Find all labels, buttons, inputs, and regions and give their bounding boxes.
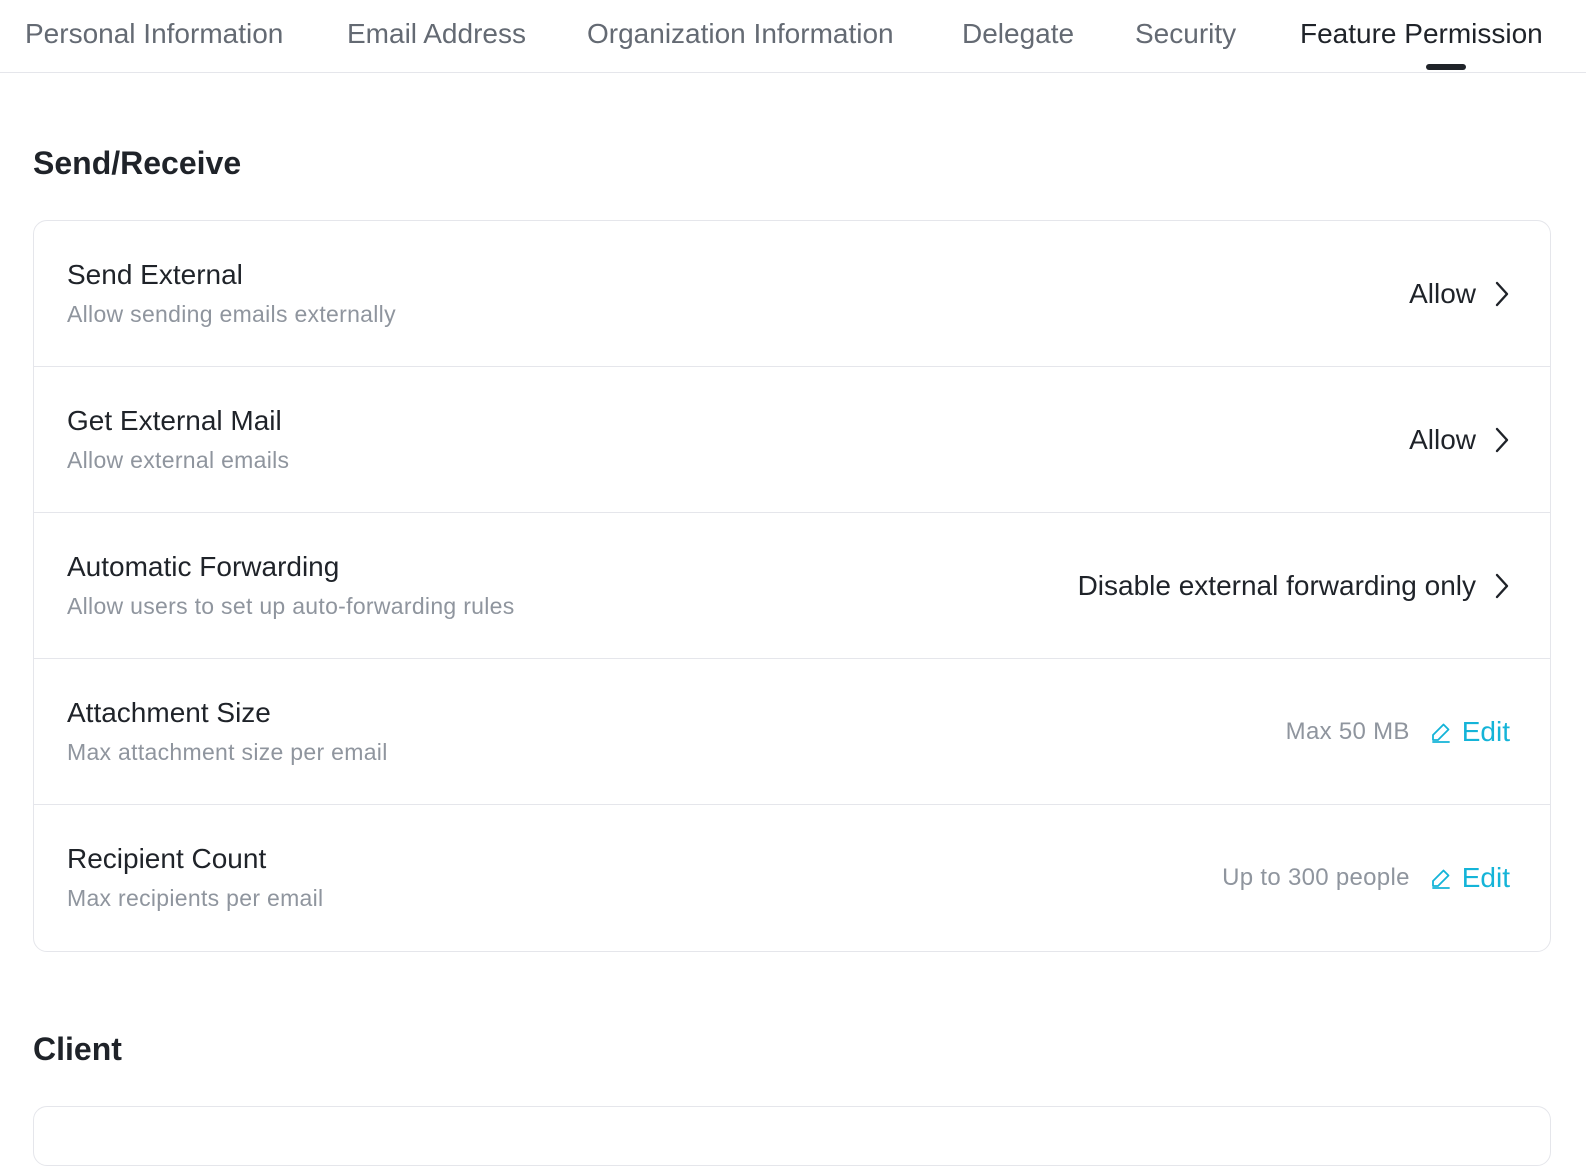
setting-row-send-external: Send External Allow sending emails exter…: [34, 221, 1550, 367]
setting-title: Attachment Size: [67, 697, 271, 728]
tab-security[interactable]: Security: [1135, 16, 1236, 52]
get-external-mail-select[interactable]: Allow: [1409, 367, 1510, 513]
setting-description: Max recipients per email: [67, 885, 324, 911]
section-title-send-receive: Send/Receive: [33, 145, 242, 181]
setting-value: Max 50 MB: [1285, 718, 1410, 745]
chevron-right-icon: [1495, 573, 1509, 599]
setting-title: Send External: [67, 259, 243, 290]
attachment-size-control: Max 50 MB Edit: [1286, 659, 1510, 805]
setting-value: Up to 300 people: [1222, 864, 1410, 891]
active-tab-indicator: [1426, 64, 1466, 70]
setting-row-automatic-forwarding: Automatic Forwarding Allow users to set …: [34, 513, 1550, 659]
setting-description: Allow users to set up auto-forwarding ru…: [67, 593, 515, 619]
section-title-client: Client: [33, 1031, 122, 1067]
send-receive-card: Send External Allow sending emails exter…: [33, 220, 1551, 952]
client-card: [33, 1106, 1551, 1166]
setting-value: Allow: [1409, 424, 1476, 455]
setting-row-get-external-mail: Get External Mail Allow external emails …: [34, 367, 1550, 513]
chevron-right-icon: [1495, 281, 1509, 307]
setting-title: Automatic Forwarding: [67, 551, 340, 582]
setting-description: Allow external emails: [67, 447, 290, 473]
setting-row-attachment-size: Attachment Size Max attachment size per …: [34, 659, 1550, 805]
edit-recipient-count-button[interactable]: Edit: [1430, 862, 1510, 894]
pencil-icon: [1431, 723, 1450, 743]
setting-title: Get External Mail: [67, 405, 282, 436]
setting-title: Recipient Count: [67, 843, 267, 874]
tab-feature-permission[interactable]: Feature Permission: [1300, 16, 1543, 52]
tab-organization-information[interactable]: Organization Information: [587, 16, 894, 52]
tab-email-address[interactable]: Email Address: [347, 16, 526, 52]
setting-description: Allow sending emails externally: [67, 301, 396, 327]
tab-personal-information[interactable]: Personal Information: [25, 16, 283, 52]
setting-row-recipient-count: Recipient Count Max recipients per email…: [34, 805, 1550, 951]
send-external-select[interactable]: Allow: [1409, 221, 1510, 367]
recipient-count-control: Up to 300 people Edit: [1222, 805, 1510, 951]
setting-description: Max attachment size per email: [67, 739, 388, 765]
setting-value: Disable external forwarding only: [1077, 570, 1476, 601]
chevron-right-icon: [1495, 427, 1509, 453]
tab-bar: Personal Information Email Address Organ…: [0, 0, 1586, 73]
setting-value: Allow: [1409, 278, 1476, 309]
automatic-forwarding-select[interactable]: Disable external forwarding only: [1078, 513, 1510, 659]
pencil-icon: [1431, 869, 1450, 889]
edit-attachment-size-button[interactable]: Edit: [1430, 716, 1510, 748]
tab-delegate[interactable]: Delegate: [962, 16, 1074, 52]
edit-label: Edit: [1461, 716, 1510, 747]
edit-label: Edit: [1461, 862, 1510, 893]
